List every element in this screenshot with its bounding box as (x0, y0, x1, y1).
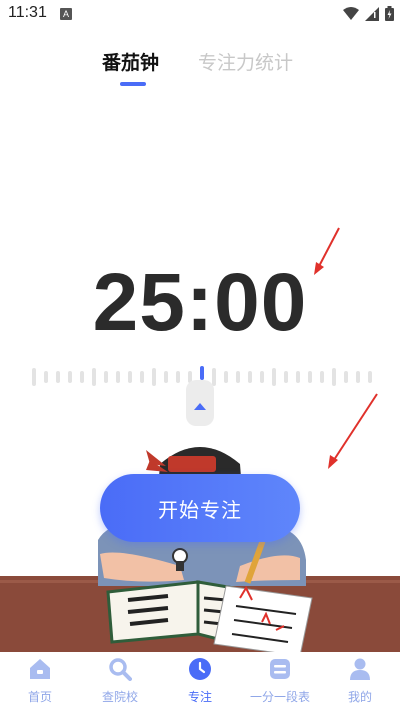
home-icon (27, 656, 53, 682)
nav-label-home: 首页 (27, 690, 52, 704)
nav-label-profile: 我的 (347, 690, 372, 704)
search-icon (107, 656, 133, 682)
ruler-tick (92, 368, 96, 386)
tab-pomodoro[interactable]: 番茄钟 (102, 48, 159, 75)
signal-icon (365, 6, 379, 21)
ruler-tick (356, 371, 360, 383)
ruler-tick-current (200, 366, 204, 380)
battery-icon (385, 6, 394, 21)
ruler-tick (104, 371, 108, 383)
ruler-tick (140, 371, 144, 383)
status-icons (343, 6, 394, 21)
nav-item-profile[interactable]: 我的 (320, 652, 400, 710)
start-focus-button[interactable]: 开始专注 (100, 474, 300, 542)
nav-item-focus[interactable]: 专注 (160, 652, 240, 710)
ruler-tick (116, 371, 120, 383)
ruler-tick (236, 371, 240, 383)
ruler-tick (44, 371, 48, 383)
ruler-tick (296, 371, 300, 383)
bottom-nav: 首页 查院校 专注 一分一段表 我的 (0, 652, 400, 710)
wifi-icon (343, 6, 359, 20)
ruler-tick (68, 371, 72, 383)
tab-focus-stats[interactable]: 专注力统计 (198, 48, 293, 75)
tab-bar: 番茄钟 专注力统计 (0, 44, 400, 94)
clock-icon (187, 656, 213, 682)
ruler-tick (212, 368, 216, 386)
ruler-tick (368, 371, 372, 383)
ruler-tick (128, 371, 132, 383)
ruler-tick (260, 371, 264, 383)
ruler-tick (308, 371, 312, 383)
ruler-tick (224, 371, 228, 383)
nav-label-score-table: 一分一段表 (249, 690, 310, 704)
ruler-tick (80, 371, 84, 383)
nav-item-search-school[interactable]: 查院校 (80, 652, 160, 710)
ruler-tick (344, 371, 348, 383)
ruler-tick (164, 371, 168, 383)
ruler-tick (272, 368, 276, 386)
nav-item-home[interactable]: 首页 (0, 652, 80, 710)
ruler-tick (320, 371, 324, 383)
table-icon (267, 656, 293, 682)
tab-indicator (120, 82, 146, 86)
nav-label-focus: 专注 (187, 690, 212, 704)
nav-label-search-school: 查院校 (101, 690, 138, 704)
status-time: 11:31 (8, 4, 47, 21)
status-bar: 11:31 A (0, 0, 400, 30)
ruler-tick (176, 371, 180, 383)
ruler-tick (332, 368, 336, 386)
annotation-arrow-timer (314, 227, 340, 275)
up-arrow-icon (194, 403, 206, 410)
ruler-tick (284, 371, 288, 383)
notification-icon: A (60, 8, 72, 20)
ruler-tick (152, 368, 156, 386)
person-icon (347, 656, 373, 682)
ruler-tick (248, 371, 252, 383)
ruler-tick (32, 368, 36, 386)
nav-item-score-table[interactable]: 一分一段表 (240, 652, 320, 710)
ruler-tick (56, 371, 60, 383)
